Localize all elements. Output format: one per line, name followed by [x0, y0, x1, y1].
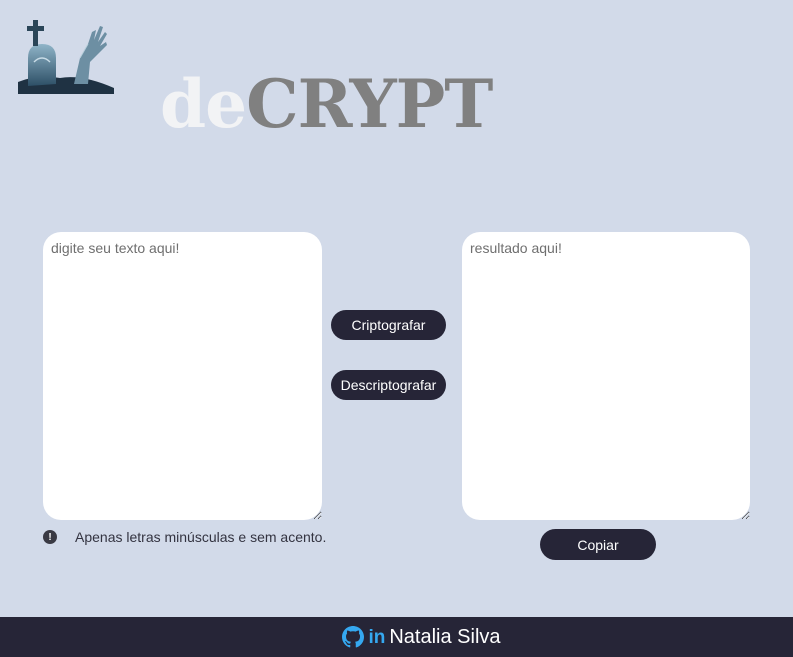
encrypt-button[interactable]: Criptografar: [331, 310, 446, 340]
footer-content: in Natalia Silva: [342, 625, 501, 649]
title-part-de: de: [160, 65, 247, 143]
input-hint: ! Apenas letras minúsculas e sem acento.: [43, 529, 326, 545]
input-textarea[interactable]: [43, 232, 322, 520]
github-icon[interactable]: [342, 626, 365, 648]
output-textarea[interactable]: [462, 232, 750, 520]
title-part-crypt: CRYPT: [246, 65, 493, 143]
copy-button[interactable]: Copiar: [540, 529, 656, 560]
decrypt-button[interactable]: Descriptografar: [331, 370, 446, 400]
linkedin-icon[interactable]: in: [368, 628, 385, 647]
app-title: deCRYPT: [160, 62, 493, 146]
author-name: Natalia Silva: [389, 625, 501, 648]
exclamation-circle-icon: !: [43, 530, 57, 544]
hint-text: Apenas letras minúsculas e sem acento.: [75, 529, 327, 545]
footer: in Natalia Silva: [0, 617, 793, 657]
graveyard-zombie-hand-icon: [18, 20, 114, 94]
